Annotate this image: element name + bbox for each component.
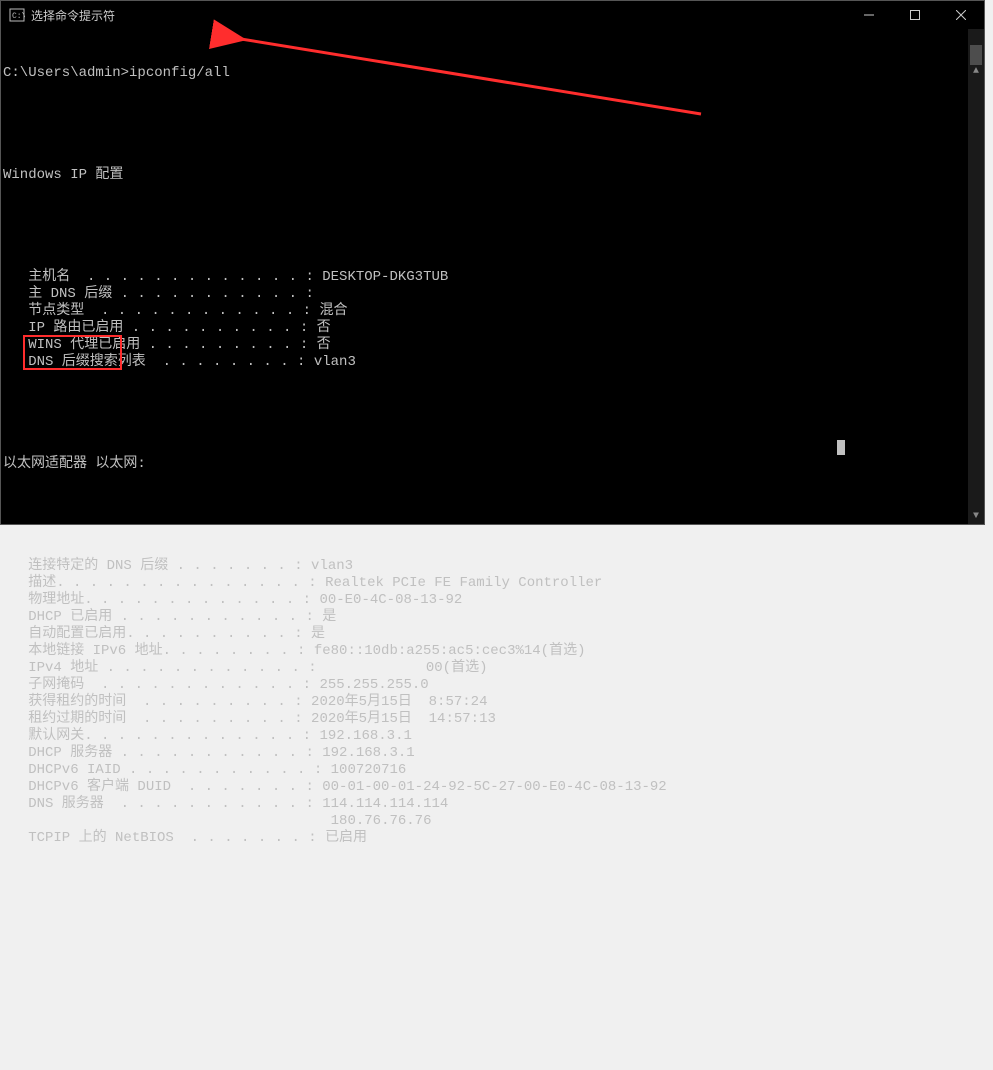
line-value: fe80::10db:a255:ac5:cec3%14(首选)	[314, 643, 586, 660]
blank-line	[3, 116, 984, 133]
command-text: ipconfig/all	[129, 65, 230, 82]
line-label: DNS 服务器 . . . . . . . . . . . :	[3, 796, 322, 813]
output-line: 子网掩码 . . . . . . . . . . . . : 255.255.2…	[3, 677, 984, 694]
text-cursor	[837, 440, 845, 455]
prompt: C:\Users\admin>	[3, 65, 129, 82]
line-label: DHCPv6 IAID . . . . . . . . . . . :	[3, 762, 331, 779]
terminal-area[interactable]: C:\Users\admin>ipconfig/all Windows IP 配…	[1, 29, 984, 524]
line-value: 114.114.114.114	[322, 796, 448, 813]
line-label: 主 DNS 后缀 . . . . . . . . . . . :	[3, 286, 322, 303]
output-line: IPv4 地址 . . . . . . . . . . . . : 00(首选)	[3, 660, 984, 677]
output-line: 本地链接 IPv6 地址. . . . . . . . : fe80::10db…	[3, 643, 984, 660]
scroll-thumb[interactable]	[970, 45, 982, 65]
line-value: DESKTOP-DKG3TUB	[322, 269, 448, 286]
output-line: DNS 服务器 . . . . . . . . . . . : 114.114.…	[3, 796, 984, 813]
line-value: 是	[322, 609, 336, 626]
adapter-block: 连接特定的 DNS 后缀 . . . . . . . : vlan3 描述. .…	[3, 558, 984, 847]
cmd-window: C:\ 选择命令提示符 C:\Users\admin>ipconfig/all …	[0, 0, 985, 525]
output-line: 节点类型 . . . . . . . . . . . . : 混合	[3, 303, 984, 320]
line-value: 180.76.76.76	[331, 813, 432, 830]
line-label: 子网掩码 . . . . . . . . . . . . :	[3, 677, 319, 694]
output-line: 连接特定的 DNS 后缀 . . . . . . . : vlan3	[3, 558, 984, 575]
line-label: DNS 后缀搜索列表 . . . . . . . . :	[3, 354, 314, 371]
scroll-down-button[interactable]: ▼	[968, 508, 984, 524]
line-value: 00-01-00-01-24-92-5C-27-00-E0-4C-08-13-9…	[322, 779, 666, 796]
titlebar[interactable]: C:\ 选择命令提示符	[1, 1, 984, 29]
cmd-icon: C:\	[9, 7, 25, 23]
line-value: 否	[317, 320, 331, 337]
line-value: 00-E0-4C-08-13-92	[319, 592, 462, 609]
line-label: DHCPv6 客户端 DUID . . . . . . . :	[3, 779, 322, 796]
output-line: DHCP 服务器 . . . . . . . . . . . : 192.168…	[3, 745, 984, 762]
section-header: Windows IP 配置	[3, 167, 984, 184]
scroll-up-button[interactable]: ▲	[968, 63, 984, 79]
line-value: 192.168.3.1	[322, 745, 414, 762]
host-block: 主机名 . . . . . . . . . . . . . : DESKTOP-…	[3, 269, 984, 371]
prompt-line: C:\Users\admin>ipconfig/all	[3, 65, 984, 82]
line-label: 租约过期的时间 . . . . . . . . . :	[3, 711, 311, 728]
line-value: 是	[311, 626, 325, 643]
line-value: 否	[317, 337, 331, 354]
line-value: 2020年5月15日 8:57:24	[311, 694, 487, 711]
output-line: 主 DNS 后缀 . . . . . . . . . . . :	[3, 286, 984, 303]
line-label: 节点类型 . . . . . . . . . . . . :	[3, 303, 319, 320]
line-value: vlan3	[311, 558, 353, 575]
blank-line	[3, 218, 984, 235]
line-value: 2020年5月15日 14:57:13	[311, 711, 496, 728]
line-label	[3, 813, 331, 830]
maximize-button[interactable]	[892, 1, 938, 29]
line-label: DHCP 服务器 . . . . . . . . . . . :	[3, 745, 322, 762]
output-line: WINS 代理已启用 . . . . . . . . . : 否	[3, 337, 984, 354]
line-label: DHCP 已启用 . . . . . . . . . . . :	[3, 609, 322, 626]
line-label: IP 路由已启用 . . . . . . . . . . :	[3, 320, 317, 337]
line-label: 主机名 . . . . . . . . . . . . . :	[3, 269, 322, 286]
line-value: 192.168.3.1	[319, 728, 411, 745]
line-value: 混合	[319, 303, 347, 320]
blank-line	[3, 405, 984, 422]
line-label: IPv4 地址 . . . . . . . . . . . . :	[3, 660, 325, 677]
line-label: 默认网关. . . . . . . . . . . . . :	[3, 728, 319, 745]
output-line: 180.76.76.76	[3, 813, 984, 830]
output-line: 描述. . . . . . . . . . . . . . . : Realte…	[3, 575, 984, 592]
output-line: IP 路由已启用 . . . . . . . . . . : 否	[3, 320, 984, 337]
line-value: vlan3	[314, 354, 356, 371]
output-line: 主机名 . . . . . . . . . . . . . : DESKTOP-…	[3, 269, 984, 286]
output-line: 自动配置已启用. . . . . . . . . . : 是	[3, 626, 984, 643]
line-value: 255.255.255.0	[319, 677, 428, 694]
line-label: 描述. . . . . . . . . . . . . . . :	[3, 575, 325, 592]
output-line: DHCPv6 IAID . . . . . . . . . . . : 1007…	[3, 762, 984, 779]
minimize-button[interactable]	[846, 1, 892, 29]
line-label: WINS 代理已启用 . . . . . . . . . :	[3, 337, 317, 354]
output-line: 物理地址. . . . . . . . . . . . . : 00-E0-4C…	[3, 592, 984, 609]
close-button[interactable]	[938, 1, 984, 29]
line-value: Realtek PCIe FE Family Controller	[325, 575, 602, 592]
output-line: TCPIP 上的 NetBIOS . . . . . . . : 已启用	[3, 830, 984, 847]
window-title: 选择命令提示符	[31, 7, 115, 24]
svg-text:C:\: C:\	[12, 12, 25, 21]
line-label: 物理地址. . . . . . . . . . . . . :	[3, 592, 319, 609]
line-value: 已启用	[325, 830, 367, 847]
line-label: TCPIP 上的 NetBIOS . . . . . . . :	[3, 830, 325, 847]
output-line: DHCP 已启用 . . . . . . . . . . . : 是	[3, 609, 984, 626]
adapter-header: 以太网适配器 以太网:	[3, 456, 984, 473]
output-line: DNS 后缀搜索列表 . . . . . . . . : vlan3	[3, 354, 984, 371]
output-line: 获得租约的时间 . . . . . . . . . : 2020年5月15日 8…	[3, 694, 984, 711]
blank-line	[3, 507, 984, 524]
line-label: 连接特定的 DNS 后缀 . . . . . . . :	[3, 558, 311, 575]
line-value: 100720716	[331, 762, 407, 779]
scrollbar[interactable]: ▲ ▼	[968, 29, 984, 524]
output-line: DHCPv6 客户端 DUID . . . . . . . : 00-01-00…	[3, 779, 984, 796]
line-label: 获得租约的时间 . . . . . . . . . :	[3, 694, 311, 711]
output-line: 默认网关. . . . . . . . . . . . . : 192.168.…	[3, 728, 984, 745]
line-label: 本地链接 IPv6 地址. . . . . . . . :	[3, 643, 314, 660]
line-value: 00(首选)	[325, 660, 487, 677]
output-line: 租约过期的时间 . . . . . . . . . : 2020年5月15日 1…	[3, 711, 984, 728]
line-label: 自动配置已启用. . . . . . . . . . :	[3, 626, 311, 643]
